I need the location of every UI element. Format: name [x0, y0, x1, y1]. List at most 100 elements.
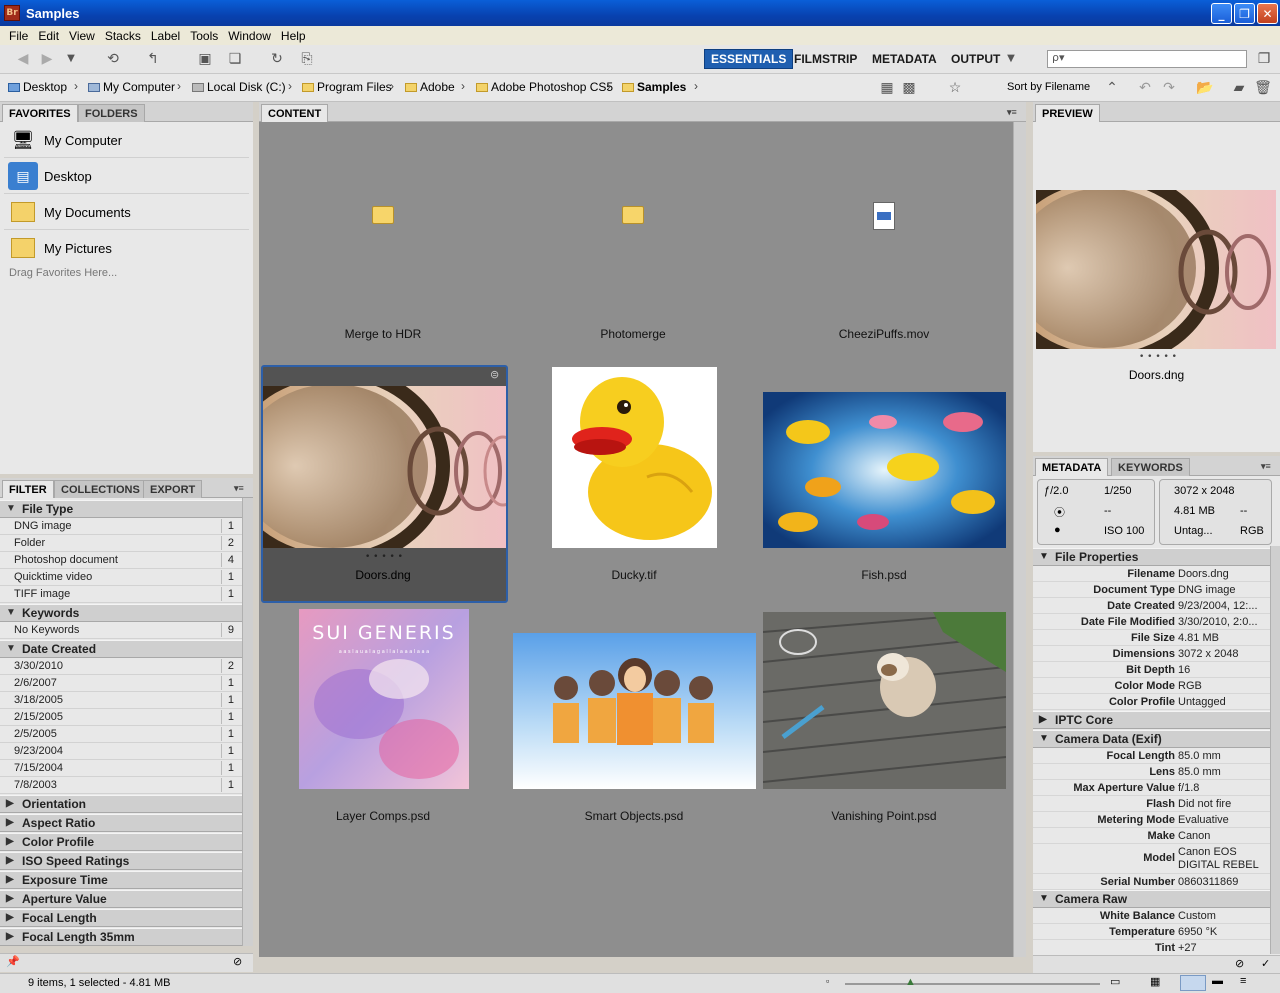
- menu-view[interactable]: View: [64, 29, 100, 43]
- item-caption[interactable]: Layer Comps.psd: [258, 809, 508, 823]
- filter-row[interactable]: 7/15/2004 1: [0, 760, 242, 777]
- rating-dots[interactable]: • • • • •: [1123, 352, 1193, 362]
- ducky-thumbnail[interactable]: [552, 367, 717, 548]
- tab-filter[interactable]: FILTER: [2, 480, 54, 499]
- item-caption[interactable]: Smart Objects.psd: [509, 809, 759, 823]
- large-thumbnail-icon[interactable]: ▭: [1110, 975, 1120, 988]
- return-to-photoshop-icon[interactable]: ↰: [144, 51, 162, 67]
- filter-aspect-ratio-header[interactable]: ▶ Aspect Ratio: [0, 814, 242, 832]
- smart-objects-thumbnail[interactable]: [513, 633, 756, 789]
- crumb-adobe[interactable]: Adobe: [405, 80, 455, 94]
- filter-row[interactable]: 3/30/2010 2: [0, 658, 242, 675]
- crumb-adobe-photoshop-cs5[interactable]: Adobe Photoshop CS5: [476, 80, 613, 94]
- filter-row[interactable]: DNG image 1: [0, 518, 242, 535]
- filter-date-created-header[interactable]: ▼ Date Created: [0, 640, 242, 658]
- maximize-button[interactable]: ❐: [1234, 3, 1255, 24]
- list-view-icon[interactable]: ≡: [1240, 975, 1246, 987]
- vanishing-point-thumbnail[interactable]: [763, 612, 1006, 789]
- doors-thumbnail[interactable]: [263, 386, 506, 548]
- chevron-right-icon[interactable]: ›: [461, 79, 465, 93]
- minimize-button[interactable]: _: [1211, 3, 1232, 24]
- rotate-right-icon[interactable]: ↷: [1160, 79, 1178, 95]
- crumb-my-computer[interactable]: My Computer: [88, 80, 175, 94]
- cancel-icon[interactable]: ⊘: [1235, 957, 1244, 970]
- folder-icon[interactable]: [372, 206, 394, 224]
- panel-menu-icon[interactable]: ▾≡: [1261, 461, 1271, 472]
- compact-mode-icon[interactable]: ❐: [1255, 51, 1273, 67]
- open-recent-icon[interactable]: 📂: [1196, 79, 1214, 95]
- item-caption[interactable]: CheeziPuffs.mov: [759, 327, 1009, 341]
- filter-row[interactable]: Quicktime video 1: [0, 569, 242, 586]
- filter-row[interactable]: Folder 2: [0, 535, 242, 552]
- filter-row[interactable]: Photoshop document 4: [0, 552, 242, 569]
- layer-comps-thumbnail[interactable]: SUI GENERIS a a s l a u a l a g a l l a …: [299, 609, 469, 789]
- folder-icon[interactable]: [622, 206, 644, 224]
- chevron-right-icon[interactable]: ›: [288, 79, 292, 93]
- movie-file-icon[interactable]: [873, 202, 895, 230]
- star-rating-filter-icon[interactable]: ☆: [946, 79, 964, 95]
- clear-filter-icon[interactable]: ⊘: [233, 955, 242, 968]
- tab-preview[interactable]: PREVIEW: [1035, 104, 1100, 123]
- recent-history-icon[interactable]: ⟲: [104, 51, 122, 67]
- tab-metadata[interactable]: METADATA: [1035, 458, 1109, 477]
- item-caption[interactable]: Vanishing Point.psd: [759, 809, 1009, 823]
- menu-tools[interactable]: Tools: [185, 29, 223, 43]
- filter-row[interactable]: 2/6/2007 1: [0, 675, 242, 692]
- chevron-right-icon[interactable]: ›: [177, 79, 181, 93]
- workspace-output[interactable]: OUTPUT: [945, 49, 1006, 69]
- open-in-camera-raw-icon[interactable]: ⎘: [298, 51, 316, 67]
- preview-image[interactable]: [1036, 190, 1276, 349]
- close-button[interactable]: ✕: [1257, 3, 1278, 24]
- favorite-my-computer[interactable]: 🖥 My Computer: [8, 126, 122, 154]
- slider-handle[interactable]: ▲: [905, 976, 916, 988]
- panel-menu-icon[interactable]: ▾≡: [1007, 107, 1017, 118]
- rotate-icon[interactable]: ↻: [268, 51, 286, 67]
- favorite-my-documents[interactable]: My Documents: [8, 198, 131, 226]
- filter-focal-length-35mm-header[interactable]: ▶ Focal Length 35mm: [0, 928, 242, 946]
- filter-row[interactable]: 7/8/2003 1: [0, 777, 242, 794]
- filter-scrollbar[interactable]: [242, 498, 253, 946]
- favorite-my-pictures[interactable]: My Pictures: [8, 234, 112, 262]
- item-caption[interactable]: Ducky.tif: [509, 568, 759, 582]
- refine-icon[interactable]: ❏: [226, 51, 244, 67]
- item-caption[interactable]: Fish.psd: [759, 568, 1009, 582]
- thumbnail-quality-icon[interactable]: ▦: [878, 79, 896, 95]
- content-scrollbar[interactable]: [1013, 122, 1026, 957]
- camera-raw-header[interactable]: ▼ Camera Raw: [1033, 890, 1271, 908]
- thumbnail-size-slider[interactable]: [845, 983, 1100, 985]
- chevron-right-icon[interactable]: ›: [607, 79, 611, 93]
- workspace-metadata[interactable]: METADATA: [866, 49, 943, 69]
- panel-splitter[interactable]: [1026, 102, 1033, 973]
- item-caption[interactable]: Doors.dng: [258, 568, 508, 582]
- rating-dots[interactable]: • • • • •: [349, 552, 419, 562]
- filter-row[interactable]: 2/5/2005 1: [0, 726, 242, 743]
- filter-row[interactable]: 2/15/2005 1: [0, 709, 242, 726]
- tab-content[interactable]: CONTENT: [261, 104, 329, 123]
- lock-grid-icon[interactable]: ▦: [1150, 975, 1160, 988]
- workspace-filmstrip[interactable]: FILMSTRIP: [788, 49, 863, 69]
- filter-keywords-header[interactable]: ▼ Keywords: [0, 604, 242, 622]
- filter-color-profile-header[interactable]: ▶ Color Profile: [0, 833, 242, 851]
- chevron-down-icon[interactable]: ▼: [62, 51, 80, 67]
- crumb-desktop[interactable]: Desktop: [8, 80, 67, 94]
- apply-checkmark-icon[interactable]: ✓: [1261, 957, 1270, 970]
- crumb-local-disk[interactable]: Local Disk (C:): [192, 80, 286, 94]
- small-thumbnail-icon[interactable]: ▫: [826, 976, 829, 986]
- workspace-menu-chevron-icon[interactable]: ▼: [1002, 51, 1020, 67]
- iptc-core-header[interactable]: ▶ IPTC Core: [1033, 711, 1271, 729]
- tab-keywords[interactable]: KEYWORDS: [1111, 458, 1190, 476]
- camera-data-header[interactable]: ▼ Camera Data (Exif): [1033, 730, 1271, 748]
- file-properties-header[interactable]: ▼ File Properties: [1033, 548, 1271, 566]
- menu-window[interactable]: Window: [223, 29, 276, 43]
- pin-icon[interactable]: 📌: [6, 955, 20, 968]
- item-caption[interactable]: Photomerge: [508, 327, 758, 341]
- tab-export[interactable]: EXPORT: [143, 480, 203, 498]
- filter-exposure-time-header[interactable]: ▶ Exposure Time: [0, 871, 242, 889]
- search-input[interactable]: ρ▾: [1047, 50, 1247, 68]
- forward-arrow-icon[interactable]: ▶: [38, 51, 56, 67]
- back-arrow-icon[interactable]: ◀: [14, 51, 32, 67]
- filter-orientation-header[interactable]: ▶ Orientation: [0, 795, 242, 813]
- fish-thumbnail[interactable]: [763, 392, 1006, 548]
- details-view-icon[interactable]: ▬: [1212, 975, 1223, 987]
- favorite-desktop[interactable]: ▤ Desktop: [8, 162, 92, 190]
